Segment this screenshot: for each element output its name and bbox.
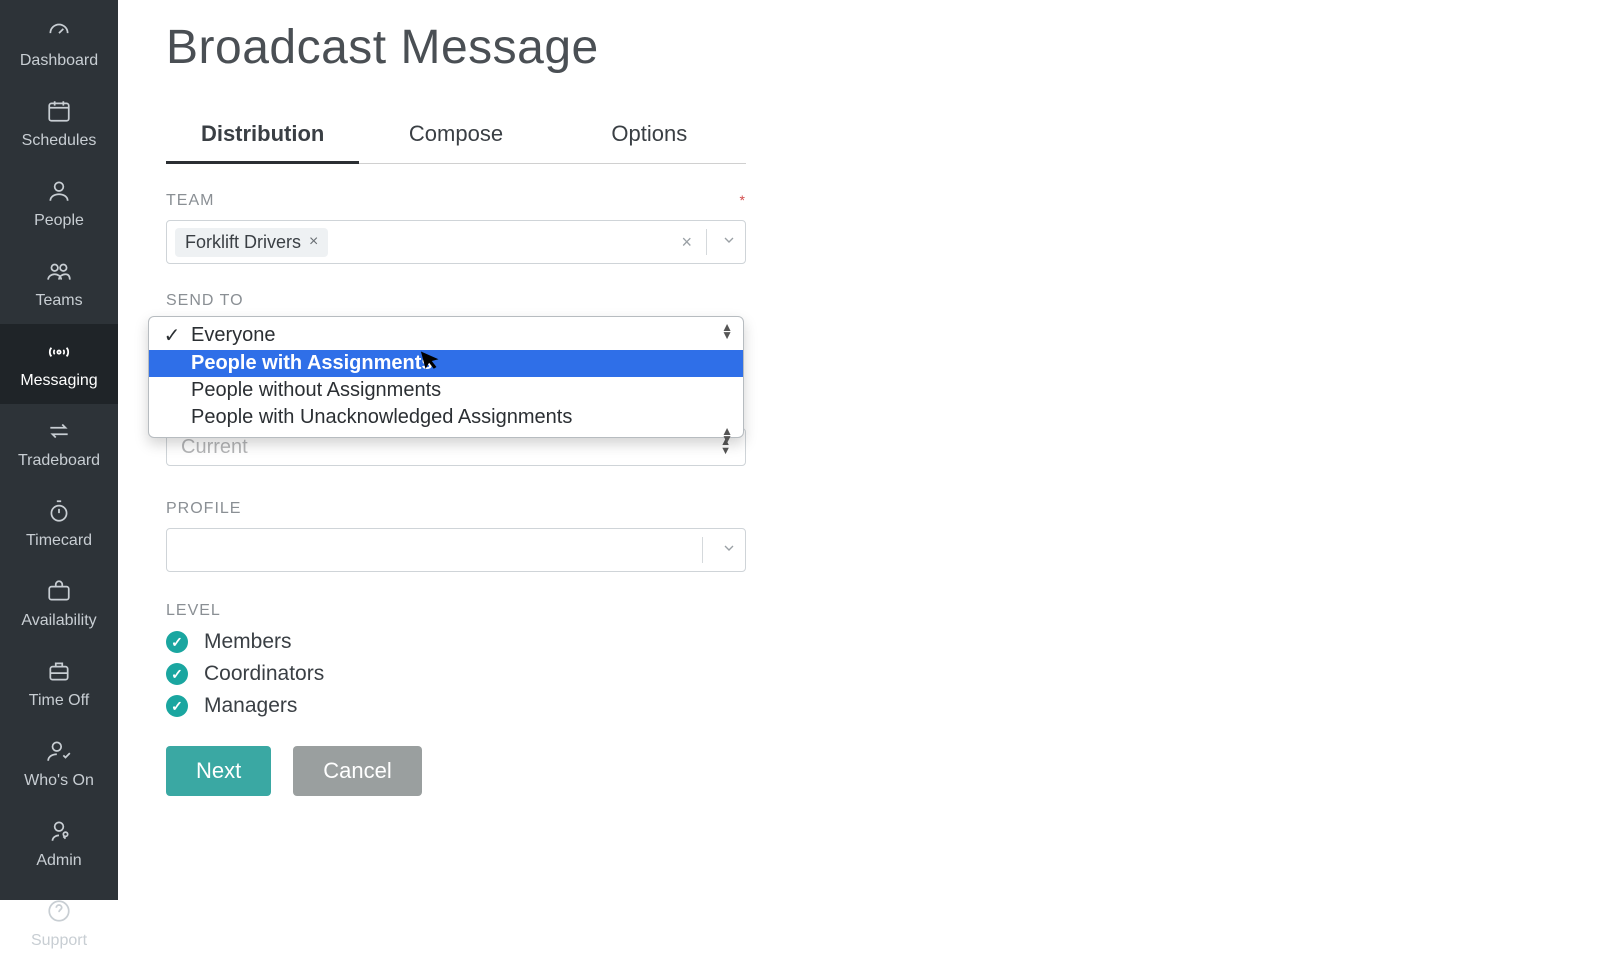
divider [702, 537, 703, 563]
option-label: People without Assignments [191, 379, 441, 402]
sidebar-label: Time Off [29, 692, 89, 710]
option-label: People with Assignments [191, 352, 433, 375]
chevron-down-icon[interactable] [721, 232, 737, 253]
help-icon [44, 896, 74, 926]
group-icon [44, 256, 74, 286]
select-spinner-icon[interactable]: ▲▼ [721, 323, 733, 339]
sidebar-item-people[interactable]: People [0, 164, 118, 244]
person-check-icon [44, 736, 74, 766]
sidebar-label: Tradeboard [18, 452, 100, 470]
divider [706, 229, 707, 255]
sidebar-label: Who's On [24, 772, 94, 790]
sidebar-label: Schedules [22, 132, 97, 150]
underlying-select-value: Current [181, 436, 248, 459]
sidebar-label: Admin [36, 852, 81, 870]
button-row: Next Cancel [166, 746, 1552, 796]
level-option-coordinators[interactable]: ✓ Coordinators [166, 662, 746, 686]
cancel-button[interactable]: Cancel [293, 746, 421, 796]
check-icon: ✓ [163, 323, 181, 348]
option-label: Everyone [191, 324, 276, 347]
sidebar-item-timeoff[interactable]: Time Off [0, 644, 118, 724]
suitcase-icon [44, 656, 74, 686]
option-label: People with Unacknowledged Assignments [191, 406, 572, 429]
profile-field: PROFILE [166, 500, 746, 572]
tabs: Distribution Compose Options [166, 111, 746, 164]
level-label: LEVEL [166, 602, 746, 620]
clear-all-icon[interactable]: × [681, 232, 692, 253]
level-option-managers[interactable]: ✓ Managers [166, 694, 746, 718]
level-option-members[interactable]: ✓ Members [166, 630, 746, 654]
level-option-label: Managers [204, 694, 297, 718]
profile-label: PROFILE [166, 500, 746, 518]
team-field: TEAM Forklift Drivers × × [166, 192, 746, 264]
sidebar-label: Teams [35, 292, 82, 310]
sidebar-label: People [34, 212, 84, 230]
tab-compose[interactable]: Compose [359, 111, 552, 164]
briefcase-icon [44, 576, 74, 606]
sendto-dropdown-open[interactable]: ▲▼ ✓ Everyone People with Assignments Pe… [148, 316, 744, 438]
sidebar-item-support[interactable]: Support [0, 884, 118, 964]
stopwatch-icon [44, 496, 74, 526]
gauge-icon [44, 16, 74, 46]
team-chip: Forklift Drivers × [175, 228, 328, 257]
sidebar-item-tradeboard[interactable]: Tradeboard [0, 404, 118, 484]
sidebar-item-messaging[interactable]: Messaging [0, 324, 118, 404]
next-button[interactable]: Next [166, 746, 271, 796]
team-chip-text: Forklift Drivers [185, 232, 301, 253]
sidebar-label: Timecard [26, 532, 92, 550]
tab-options[interactable]: Options [553, 111, 746, 164]
calendar-icon [44, 96, 74, 126]
sidebar-label: Messaging [20, 372, 97, 390]
chevron-down-icon[interactable] [721, 540, 737, 561]
team-multiselect[interactable]: Forklift Drivers × × [166, 220, 746, 264]
broadcast-icon [44, 336, 74, 366]
check-circle-icon: ✓ [166, 663, 188, 685]
main-content: Broadcast Message Distribution Compose O… [118, 0, 1600, 900]
sendto-option-everyone[interactable]: ✓ Everyone [149, 321, 743, 350]
level-option-label: Coordinators [204, 662, 324, 686]
check-circle-icon: ✓ [166, 695, 188, 717]
sendto-option-unacknowledged[interactable]: People with Unacknowledged Assignments [149, 404, 743, 431]
sendto-field: SEND TO ▲▼ ✓ Everyone People with Assign… [166, 292, 746, 466]
admin-icon [44, 816, 74, 846]
chip-remove-icon[interactable]: × [309, 233, 318, 251]
sidebar-item-availability[interactable]: Availability [0, 564, 118, 644]
sidebar-label: Dashboard [20, 52, 98, 70]
sendto-label: SEND TO [166, 292, 746, 310]
profile-select[interactable] [166, 528, 746, 572]
sidebar-item-dashboard[interactable]: Dashboard [0, 4, 118, 84]
sidebar-item-teams[interactable]: Teams [0, 244, 118, 324]
sidebar: Dashboard Schedules People Teams Messagi… [0, 0, 118, 900]
page-title: Broadcast Message [166, 20, 1552, 75]
swap-icon [44, 416, 74, 446]
multiselect-actions: × [681, 229, 737, 255]
level-option-label: Members [204, 630, 292, 654]
sidebar-label: Support [31, 932, 87, 950]
sidebar-item-whoson[interactable]: Who's On [0, 724, 118, 804]
sidebar-item-timecard[interactable]: Timecard [0, 484, 118, 564]
sendto-option-with-assignments[interactable]: People with Assignments [149, 350, 743, 377]
sidebar-label: Availability [21, 612, 96, 630]
tab-distribution[interactable]: Distribution [166, 111, 359, 164]
level-field: LEVEL ✓ Members ✓ Coordinators ✓ Manager… [166, 602, 746, 718]
team-label: TEAM [166, 192, 746, 210]
check-circle-icon: ✓ [166, 631, 188, 653]
sendto-option-without-assignments[interactable]: People without Assignments [149, 377, 743, 404]
person-icon [44, 176, 74, 206]
select-spinner-icon[interactable]: ▲▼ [721, 427, 733, 443]
sidebar-item-schedules[interactable]: Schedules [0, 84, 118, 164]
sidebar-item-admin[interactable]: Admin [0, 804, 118, 884]
